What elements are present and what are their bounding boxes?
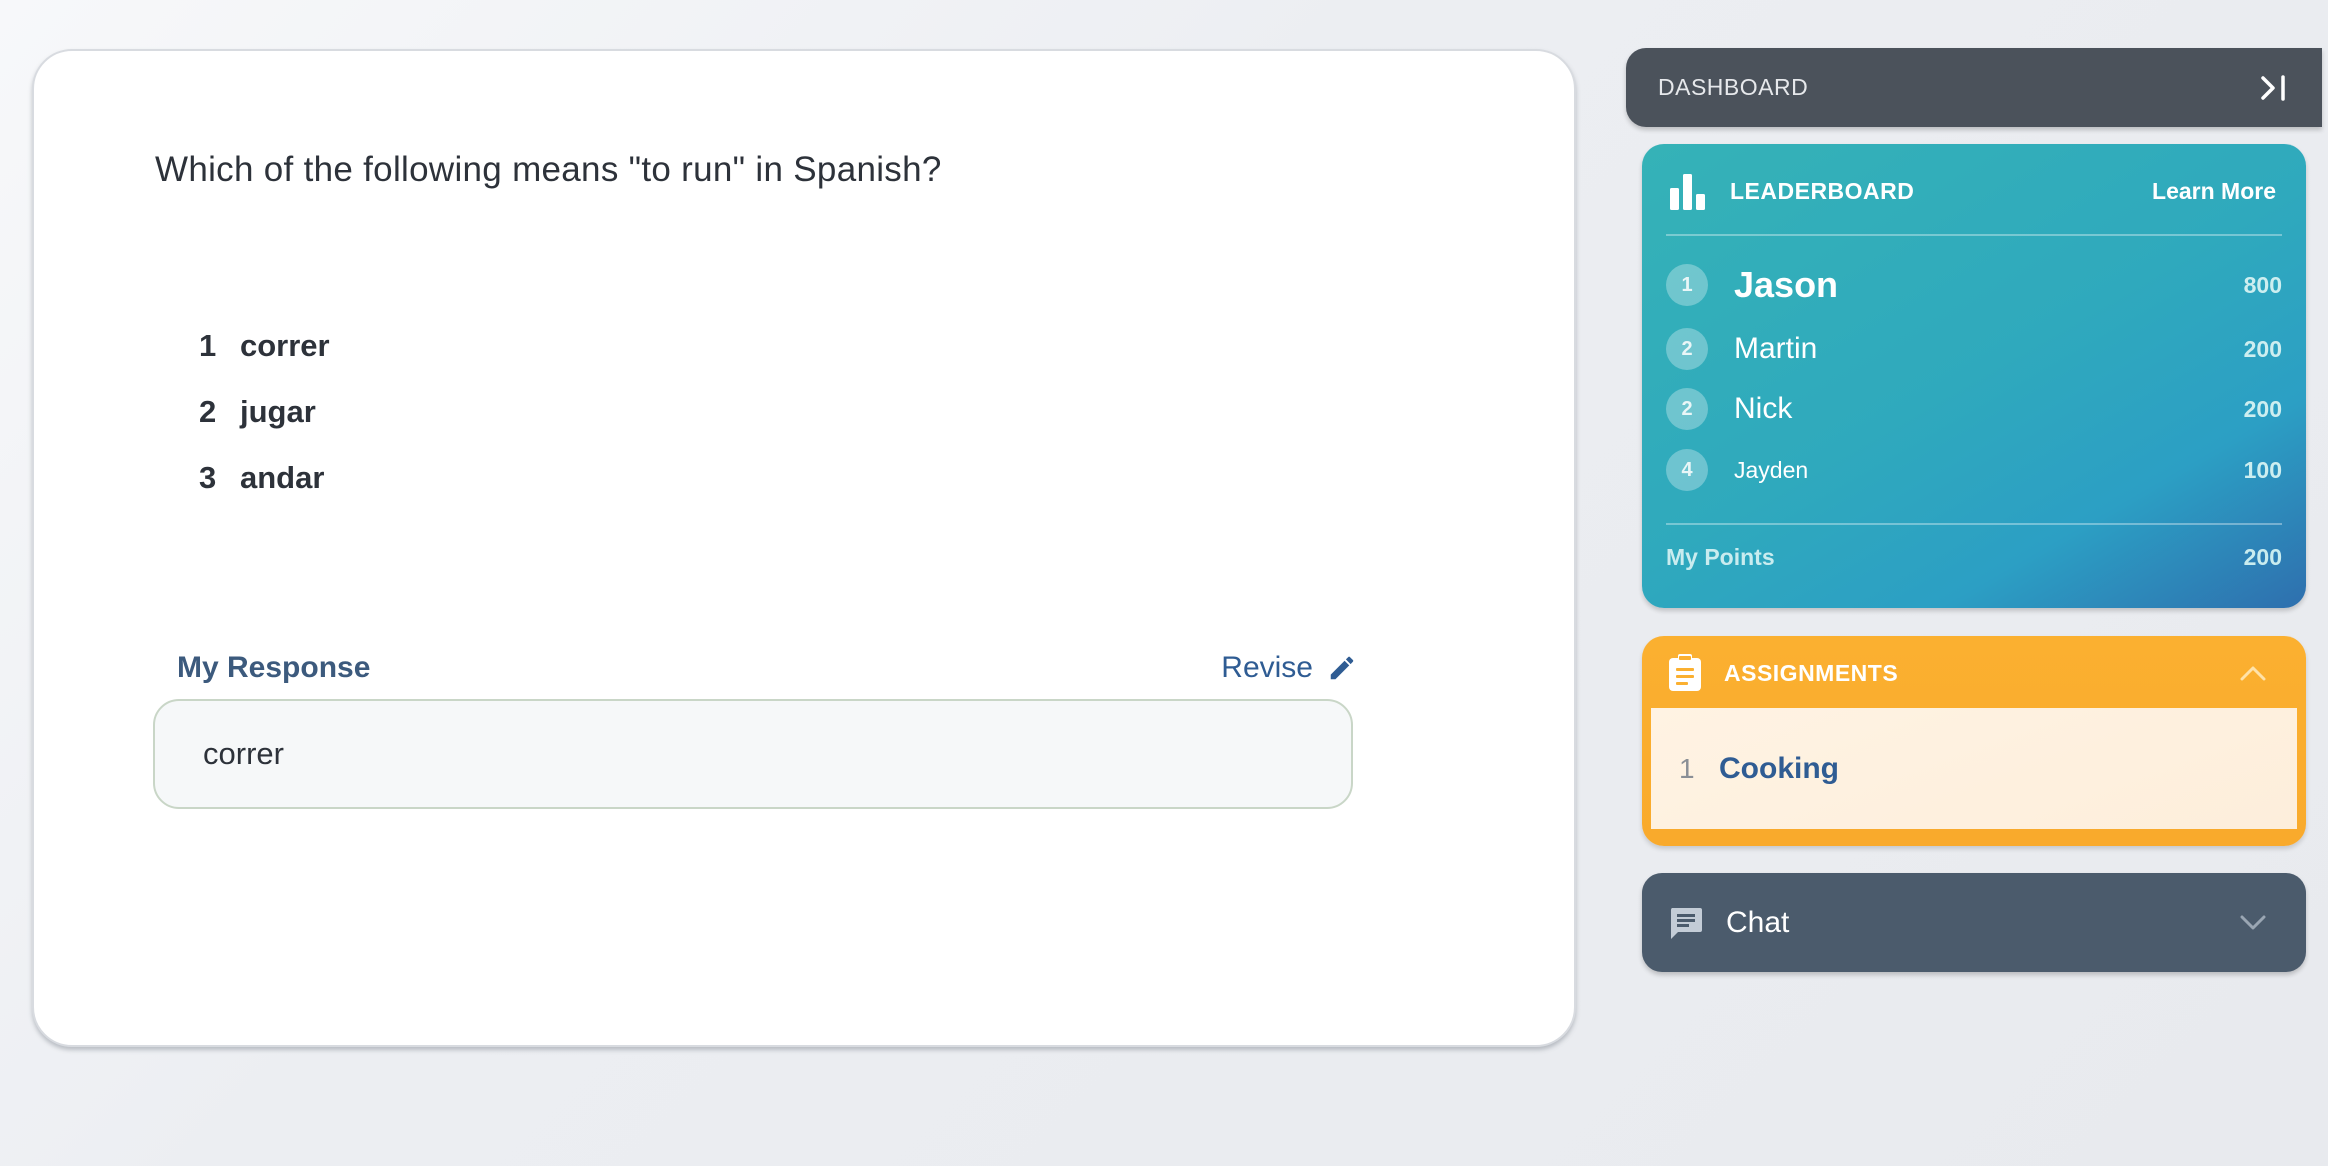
option-label: andar xyxy=(240,460,325,495)
collapse-right-icon[interactable] xyxy=(2256,70,2292,106)
my-points-value: 200 xyxy=(2243,544,2282,570)
pencil-icon xyxy=(1330,656,1354,680)
player-points: 100 xyxy=(2243,456,2282,483)
response-value: correr xyxy=(203,736,284,771)
divider xyxy=(1666,523,2282,525)
option-number: 1 xyxy=(199,328,217,363)
question-card: Which of the following means "to run" in… xyxy=(32,49,1576,1047)
assignments-header[interactable]: ASSIGNMENTS xyxy=(1668,652,2266,694)
chevron-down-icon[interactable] xyxy=(2240,915,2266,931)
option-item[interactable]: 3 andar xyxy=(199,445,330,511)
leaderboard-panel: LEADERBOARD Learn More 1 Jason 800 2 Mar… xyxy=(1642,144,2306,608)
rank-badge: 2 xyxy=(1666,328,1708,370)
leaderboard-row: 2 Nick 200 xyxy=(1666,388,2282,430)
leaderboard-row: 1 Jason 800 xyxy=(1666,264,2282,306)
player-name: Martin xyxy=(1734,332,1818,365)
option-number: 2 xyxy=(199,394,217,429)
option-label: correr xyxy=(240,328,330,363)
bar-chart-icon xyxy=(1670,174,1705,210)
player-name: Jayden xyxy=(1734,456,1809,483)
dashboard-title: DASHBOARD xyxy=(1658,74,1809,100)
response-title: My Response xyxy=(177,651,371,684)
leaderboard-row: 4 Jayden 100 xyxy=(1666,449,2282,491)
player-name: Jason xyxy=(1734,264,1839,305)
option-item[interactable]: 1 correr xyxy=(199,313,330,379)
option-label: jugar xyxy=(240,394,316,429)
rank-badge: 2 xyxy=(1666,388,1708,430)
learn-more-link[interactable]: Learn More xyxy=(2152,178,2276,205)
player-name: Nick xyxy=(1734,392,1793,425)
assignments-panel: ASSIGNMENTS 1 Cooking xyxy=(1642,636,2306,846)
assignment-number: 1 xyxy=(1679,752,1695,784)
rank-badge: 1 xyxy=(1666,264,1708,306)
assignments-title: ASSIGNMENTS xyxy=(1724,659,1899,686)
chat-title: Chat xyxy=(1726,905,1790,939)
rank-badge: 4 xyxy=(1666,449,1708,491)
revise-label: Revise xyxy=(1221,651,1313,684)
revise-button[interactable]: Revise xyxy=(1221,651,1357,685)
my-points-label: My Points xyxy=(1666,544,1775,570)
divider xyxy=(1666,234,2282,236)
leaderboard-row: 2 Martin 200 xyxy=(1666,328,2282,370)
leaderboard-header: LEADERBOARD Learn More xyxy=(1668,172,2276,210)
my-points: My Points 200 xyxy=(1666,544,2282,571)
player-points: 200 xyxy=(2243,335,2282,362)
assignment-item[interactable]: 1 Cooking xyxy=(1651,708,2297,829)
clipboard-icon xyxy=(1669,654,1701,691)
option-item[interactable]: 2 jugar xyxy=(199,379,330,445)
chevron-up-icon[interactable] xyxy=(2240,665,2266,681)
chat-icon xyxy=(1670,907,1702,939)
response-header: My Response Revise xyxy=(177,651,1357,685)
dashboard-header: DASHBOARD xyxy=(1626,48,2322,127)
question-text: Which of the following means "to run" in… xyxy=(155,150,942,189)
leaderboard-title: LEADERBOARD xyxy=(1730,177,1915,204)
assignment-name[interactable]: Cooking xyxy=(1719,752,1839,786)
chat-panel[interactable]: Chat xyxy=(1642,873,2306,972)
option-number: 3 xyxy=(199,460,217,495)
response-box: correr xyxy=(153,699,1353,809)
player-points: 800 xyxy=(2243,271,2282,298)
answer-options: 1 correr 2 jugar 3 andar xyxy=(199,313,330,511)
player-points: 200 xyxy=(2243,395,2282,422)
